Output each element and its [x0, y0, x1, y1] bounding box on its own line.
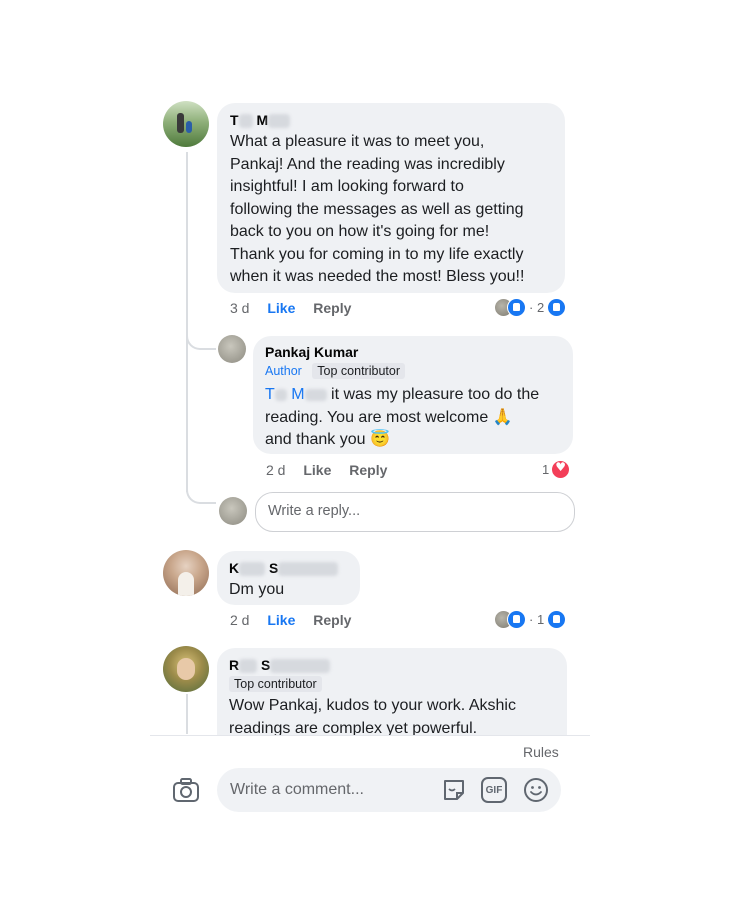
reply-text: T M it was my pleasure too do the readin… — [265, 386, 540, 448]
like-button[interactable]: Like — [267, 300, 295, 316]
like-button[interactable]: Like — [267, 612, 295, 628]
comment-bubble: T M What a pleasure it was to meet you, … — [217, 103, 565, 293]
avatar[interactable] — [163, 550, 209, 596]
comment-text: Dm you — [229, 581, 285, 598]
comment-bubble: R S Top contributor Wow Pankaj, kudos to… — [217, 648, 567, 735]
reaction-count: 1 — [542, 462, 550, 477]
avatar — [219, 497, 247, 525]
top-contributor-badge: Top contributor — [229, 676, 322, 692]
comment-author[interactable]: R S — [229, 657, 331, 674]
mention-link[interactable]: T M — [265, 386, 327, 403]
author-badge: Author — [265, 364, 302, 378]
camera-icon[interactable] — [172, 777, 200, 803]
thread-curve — [186, 318, 216, 350]
like-reaction-icon — [547, 298, 567, 317]
comment-actions: 2 d Like Reply — [230, 612, 365, 628]
reply-button[interactable]: Reply — [313, 612, 351, 628]
thread-curve — [186, 480, 216, 504]
comment-clip: R S Top contributor Wow Pankaj, kudos to… — [217, 648, 567, 735]
comment-actions: 3 d Like Reply — [230, 300, 365, 316]
comment-input-placeholder: Write a comment... — [230, 781, 364, 798]
reaction-count: · 1 — [529, 612, 545, 627]
reply-button[interactable]: Reply — [313, 300, 351, 316]
top-contributor-badge: Top contributor — [312, 363, 405, 379]
heart-reaction-icon — [551, 460, 571, 479]
comment-author[interactable]: T M — [230, 112, 291, 129]
reply-time[interactable]: 2 d — [266, 462, 285, 478]
reaction-count: · 2 — [529, 300, 545, 315]
bottom-divider — [150, 735, 590, 736]
comment-author[interactable]: K S — [229, 560, 339, 577]
comment-text: What a pleasure it was to meet you, Pank… — [230, 133, 525, 285]
like-button[interactable]: Like — [303, 462, 331, 478]
sticker-icon[interactable] — [441, 777, 467, 803]
emoji-icon[interactable] — [523, 777, 549, 803]
gif-icon[interactable]: GIF — [481, 777, 507, 803]
reply-actions: 2 d Like Reply — [266, 462, 401, 478]
reaction-summary[interactable]: · 2 — [494, 298, 567, 317]
comment-text: Wow Pankaj, kudos to your work. Akshic r… — [229, 697, 516, 735]
thread-line — [186, 694, 188, 734]
reply-button[interactable]: Reply — [349, 462, 387, 478]
like-reaction-icon — [507, 610, 526, 629]
reply-author[interactable]: Pankaj Kumar — [265, 344, 358, 360]
avatar[interactable] — [218, 335, 246, 363]
reaction-summary[interactable]: 1 — [542, 460, 571, 479]
comment-input[interactable]: Write a comment... GIF — [217, 768, 561, 812]
reaction-summary[interactable]: · 1 — [494, 610, 567, 629]
like-reaction-icon — [507, 298, 526, 317]
rules-link[interactable]: Rules — [523, 744, 559, 760]
comment-time[interactable]: 2 d — [230, 612, 249, 628]
reply-input-placeholder: Write a reply... — [268, 503, 361, 519]
avatar[interactable] — [163, 646, 209, 692]
like-reaction-icon — [547, 610, 567, 629]
reply-input[interactable]: Write a reply... — [255, 492, 575, 532]
reply-bubble: Pankaj Kumar Author Top contributor T M … — [253, 336, 573, 454]
avatar[interactable] — [163, 101, 209, 147]
comment-time[interactable]: 3 d — [230, 300, 249, 316]
comment-bubble: K S Dm you — [217, 551, 360, 605]
